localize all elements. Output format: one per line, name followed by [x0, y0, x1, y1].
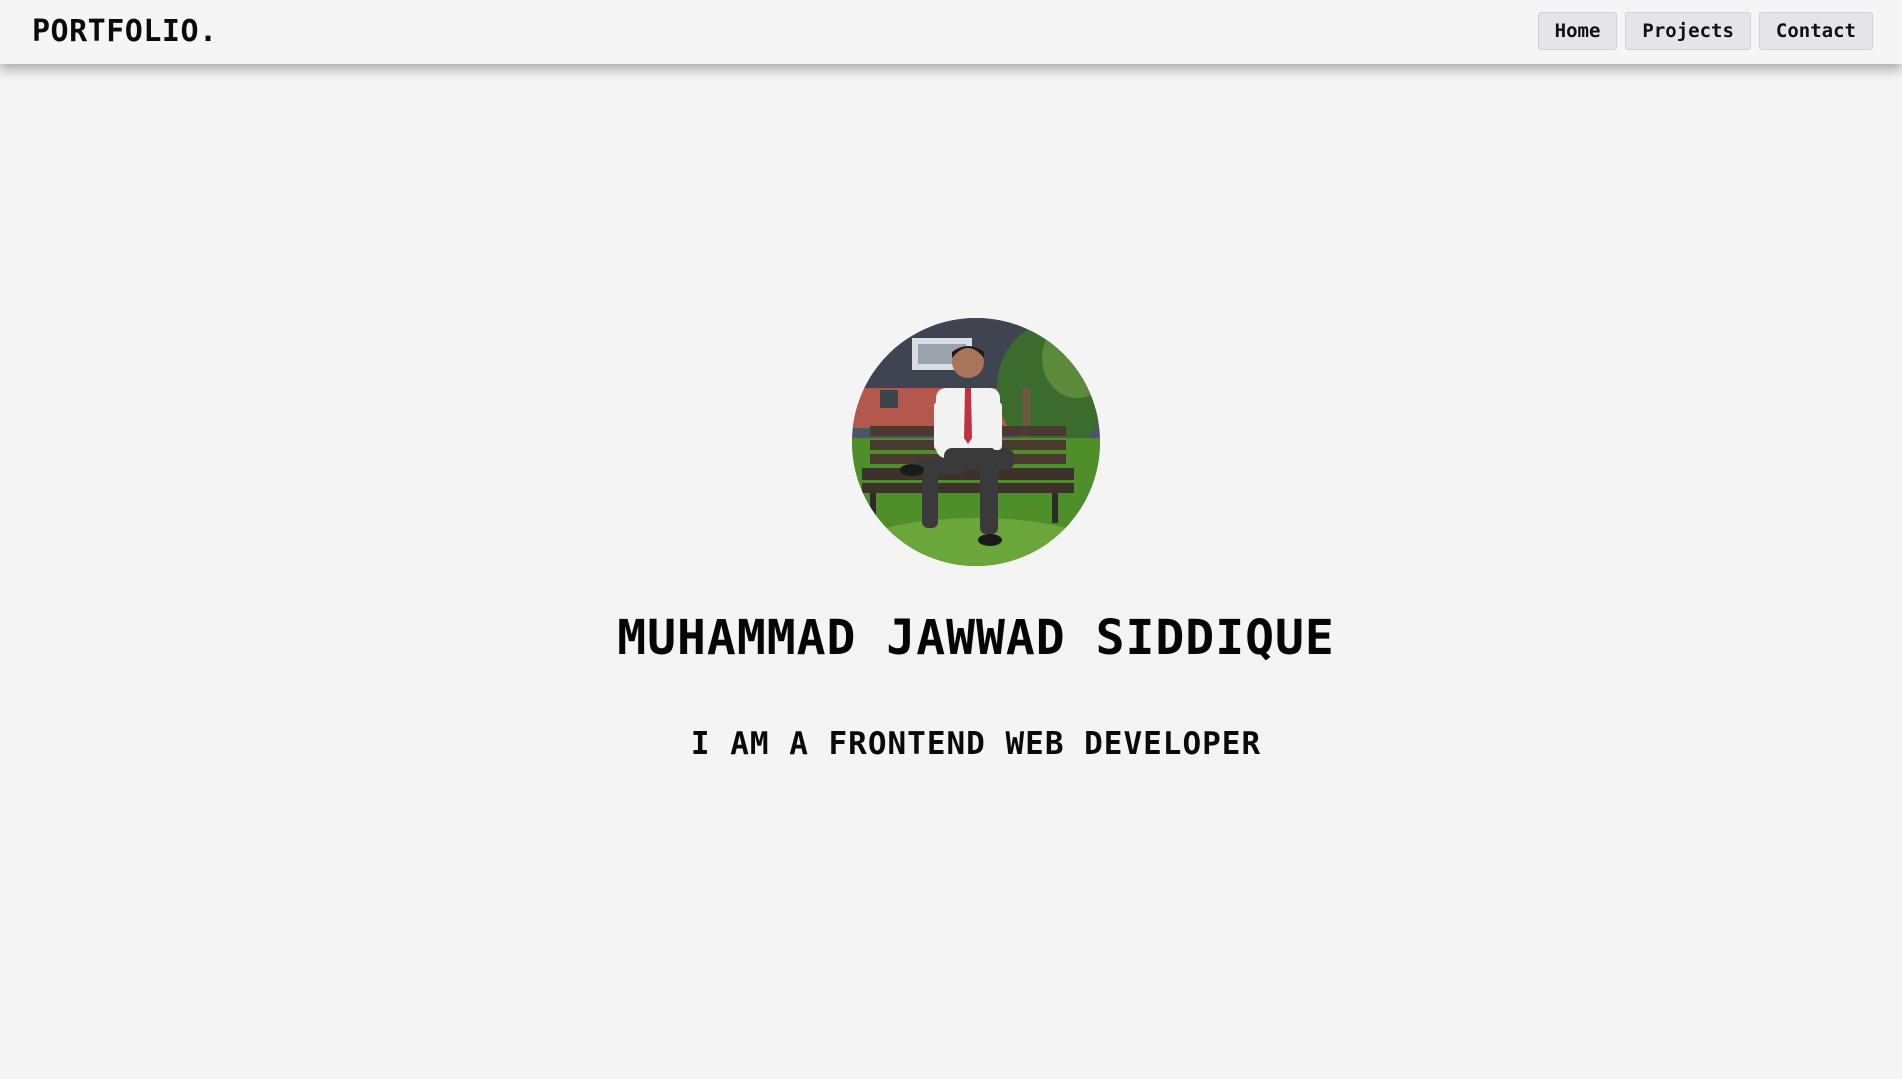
profile-avatar — [852, 318, 1100, 566]
nav-links: Home Projects Contact — [1537, 12, 1873, 50]
navbar: PORTFOLIO. Home Projects Contact — [0, 0, 1902, 64]
hero-tagline: I AM A FRONTEND WEB DEVELOPER — [690, 726, 1262, 763]
brand-logo[interactable]: PORTFOLIO. — [32, 14, 218, 49]
nav-home-button[interactable]: Home — [1537, 12, 1618, 50]
nav-projects-button[interactable]: Projects — [1625, 12, 1751, 50]
hero-section: MUHAMMAD JAWWAD SIDDIQUE I AM A FRONTEND… — [0, 318, 1902, 788]
hero-name: MUHAMMAD JAWWAD SIDDIQUE — [617, 610, 1335, 666]
nav-contact-button[interactable]: Contact — [1758, 12, 1873, 50]
profile-photo-icon — [852, 318, 1100, 566]
